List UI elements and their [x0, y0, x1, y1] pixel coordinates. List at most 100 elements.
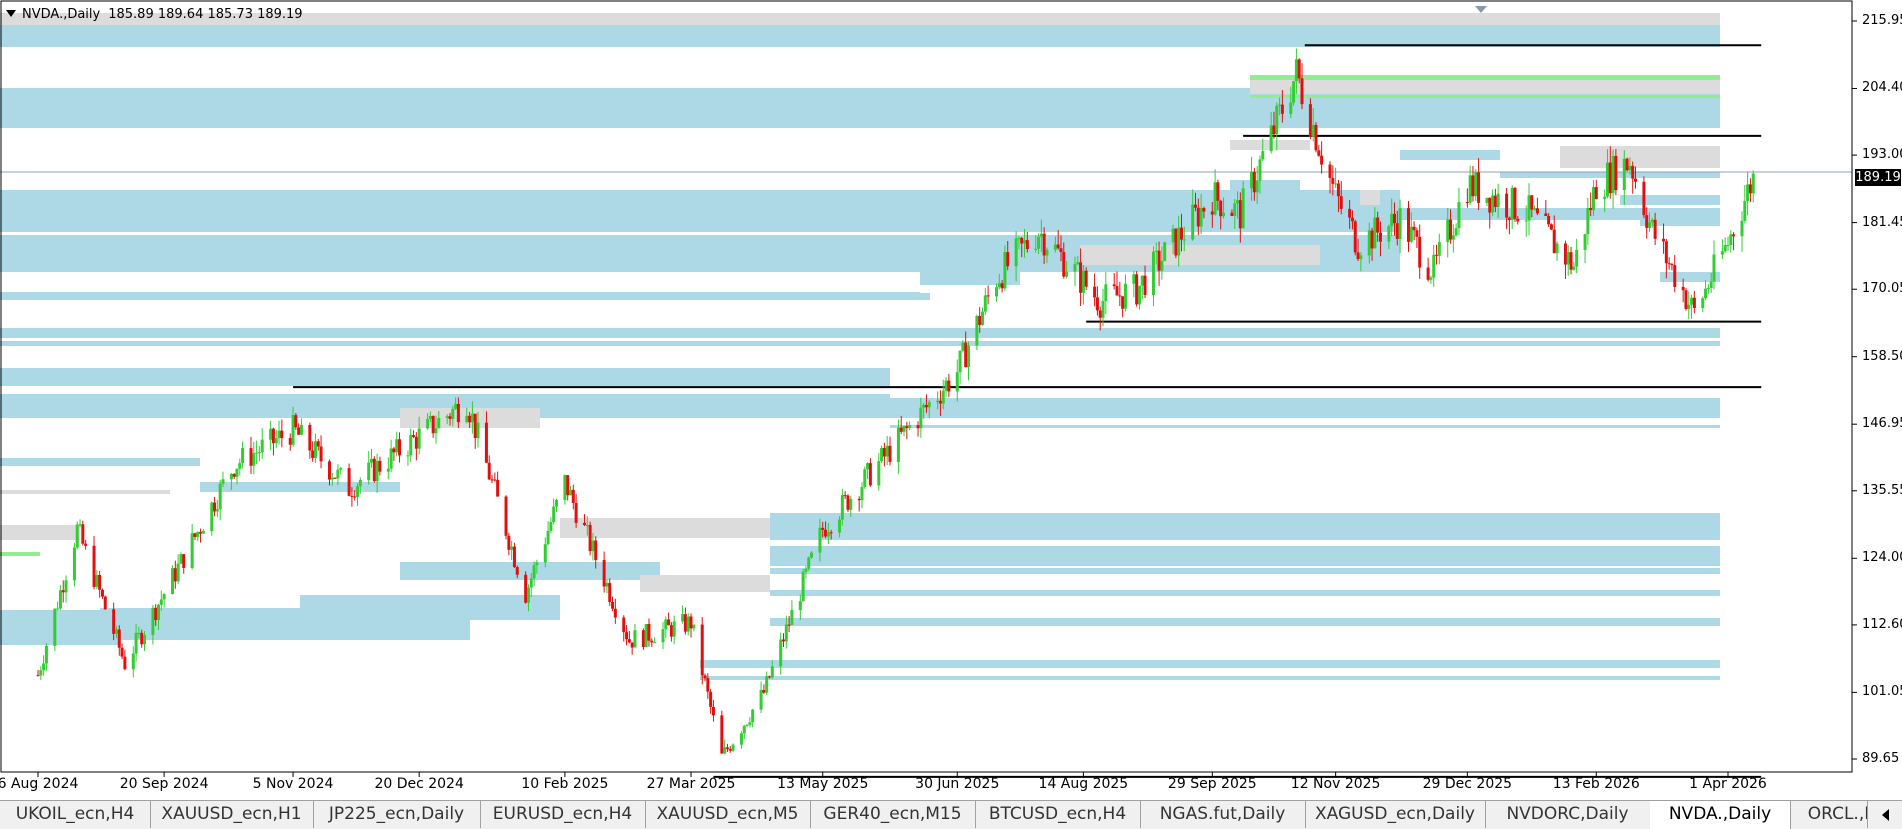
candle-body [669, 625, 673, 637]
zone-blue [400, 562, 660, 580]
candle-body [1348, 208, 1352, 218]
candle-body [1583, 234, 1587, 250]
candle-body [213, 502, 217, 512]
tab-xagusd-ecn-daily[interactable]: XAGUSD_ecn,Daily [1305, 801, 1486, 828]
tab-ger40-ecn-m15[interactable]: GER40_ecn,M15 [810, 801, 976, 828]
candle-body [647, 624, 651, 641]
candle-body [1121, 296, 1125, 309]
candle-body [1143, 275, 1147, 296]
candle-body [1328, 164, 1332, 178]
tab-btcusd-ecn-h4[interactable]: BTCUSD_ecn,H4 [975, 801, 1141, 828]
candle-body [613, 608, 617, 618]
candle-body [1039, 233, 1043, 237]
candle-body [1706, 287, 1710, 289]
candle-body [84, 543, 88, 546]
current-price-label: 189.19 [1855, 169, 1901, 187]
candle-body [1104, 284, 1108, 302]
candle-body [336, 469, 340, 479]
candle-body [1255, 180, 1259, 193]
candle-body [661, 629, 665, 643]
candle-body [1474, 172, 1478, 197]
candle-body [1395, 223, 1399, 239]
candle-body [1042, 233, 1046, 256]
candle-body [801, 571, 805, 602]
candle-body [1171, 228, 1175, 243]
candle-body [751, 709, 755, 723]
tab-ukoil-ecn-h4[interactable]: UKOIL_ecn,H4 [0, 801, 151, 828]
candle-body [350, 495, 354, 497]
candle-body [241, 448, 245, 464]
candle-body [927, 402, 931, 408]
tab-jp225-ecn-daily[interactable]: JP225_ecn,Daily [313, 801, 481, 828]
candle-body [53, 608, 57, 646]
candle-body [1505, 193, 1509, 218]
menu-triangle-icon[interactable] [6, 10, 16, 17]
candle-body [1726, 244, 1730, 246]
candle-body [1320, 155, 1324, 165]
candle-body [1238, 200, 1242, 229]
candle-body [1720, 251, 1724, 255]
candle-body [1409, 226, 1413, 242]
candle-body [591, 540, 595, 552]
tab-eurusd-ecn-h4[interactable]: EURUSD_ecn,H4 [480, 801, 646, 828]
date-tick-label: 20 Sep 2024 [119, 776, 209, 792]
tab-ngas-fut-daily[interactable]: NGAS.fut,Daily [1140, 801, 1306, 828]
candle-body [1339, 196, 1343, 209]
candle-body [277, 430, 281, 439]
candle-body [1751, 173, 1755, 194]
candle-body [605, 583, 609, 587]
candle-body [112, 609, 116, 634]
candle-body [554, 499, 558, 507]
zone-blue [0, 190, 1400, 232]
candle-body [100, 589, 104, 597]
zone-gray [0, 525, 80, 540]
candle-body [372, 458, 376, 482]
price-chart[interactable] [0, 0, 1902, 800]
price-tick-label: 193.00 [1862, 147, 1902, 163]
candle-body [980, 311, 984, 325]
candle-body [723, 747, 727, 754]
candle-body [1575, 249, 1579, 267]
candle-body [1093, 286, 1097, 298]
candle-body [549, 522, 553, 531]
candle-body [1491, 195, 1495, 213]
tab-nvdorc-daily[interactable]: NVDORC,Daily [1485, 801, 1651, 828]
candle-body [1297, 59, 1301, 79]
date-tick-label: 20 Dec 2024 [374, 776, 464, 792]
date-tick-label: 30 Jun 2025 [915, 776, 1000, 792]
tab-nvda-daily[interactable]: NVDA.,Daily [1650, 801, 1791, 829]
candle-body [1213, 182, 1217, 215]
candle-body [1182, 239, 1186, 241]
candle-body [1390, 213, 1394, 227]
chart-title: NVDA.,Daily 185.89 189.64 185.73 189.19 [6, 7, 303, 22]
candle-body [1006, 252, 1010, 267]
candle-body [1278, 104, 1282, 106]
tab-xauusd-ecn-m5[interactable]: XAUUSD_ecn,M5 [645, 801, 811, 828]
candle-body [412, 435, 416, 437]
candle-body [1079, 262, 1083, 293]
candle-body [274, 438, 278, 444]
candle-body [627, 639, 631, 643]
candle-body [846, 495, 850, 510]
candle-body [280, 430, 284, 439]
candle-body [1435, 254, 1439, 256]
candle-body [807, 557, 811, 569]
tab-xauusd-ecn-h1[interactable]: XAUUSD_ecn,H1 [150, 801, 314, 828]
candle-body [347, 468, 351, 496]
candle-body [1418, 236, 1422, 268]
chart-window[interactable]: NVDA.,Daily 185.89 189.64 185.73 189.19 2… [0, 0, 1902, 800]
candle-body [686, 616, 690, 632]
candle-body [151, 607, 155, 635]
candle-body [585, 525, 589, 527]
candle-body [866, 463, 870, 470]
candle-body [61, 590, 65, 593]
candle-body [269, 428, 273, 440]
date-tick-label: 13 Feb 2026 [1552, 776, 1640, 792]
candle-body [1488, 197, 1492, 213]
candle-body [36, 675, 40, 677]
candle-body [1059, 248, 1063, 252]
candle-body [1014, 238, 1018, 267]
tab-scroll-left-button[interactable] [1867, 801, 1902, 828]
candle-body [356, 486, 360, 498]
candle-body [398, 439, 402, 456]
